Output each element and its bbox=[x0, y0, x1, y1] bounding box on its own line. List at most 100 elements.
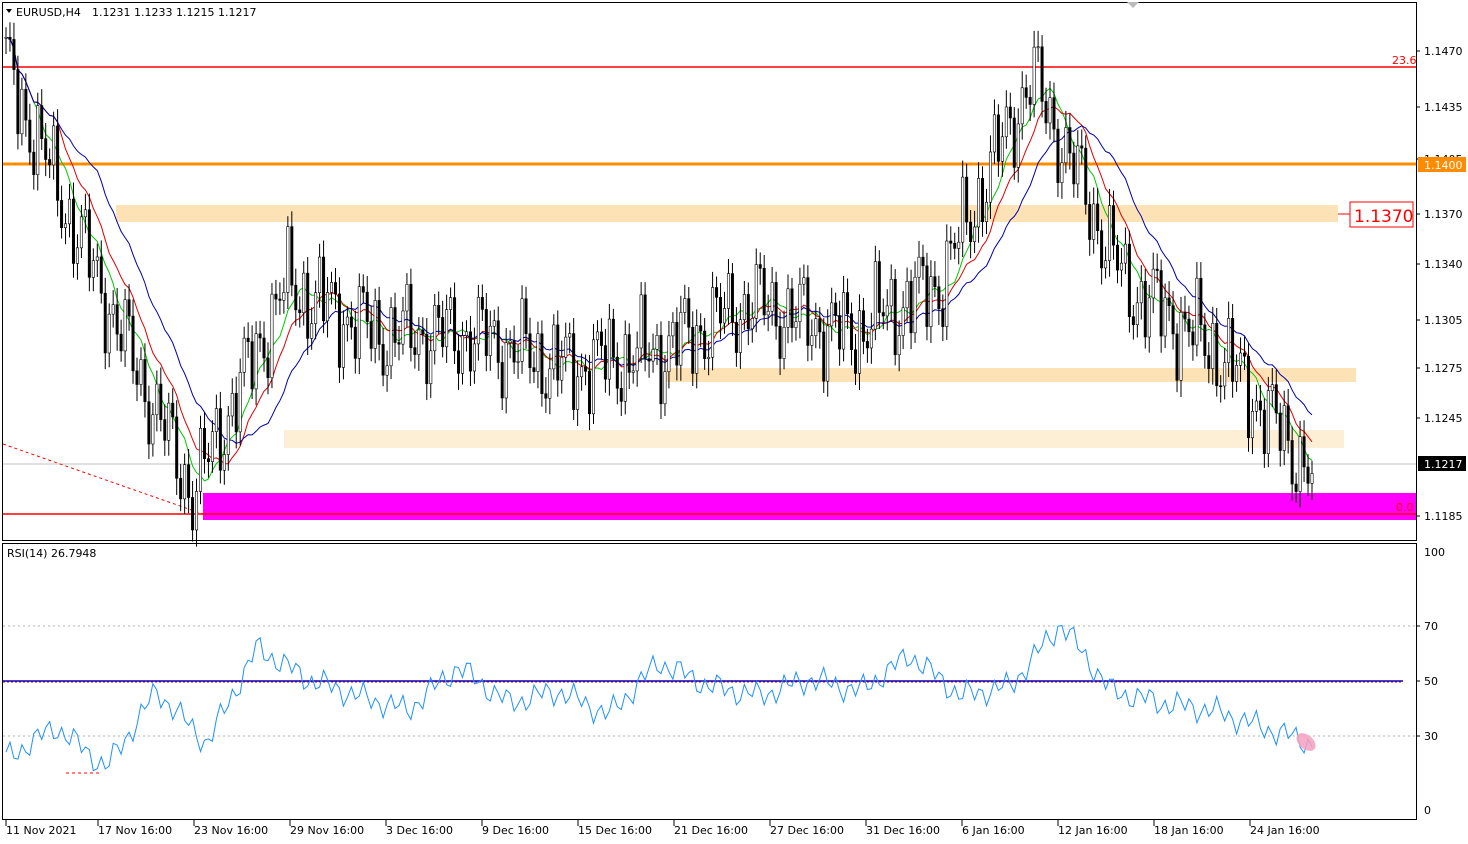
candle-body bbox=[1151, 268, 1155, 299]
price-tick: 1.1435 bbox=[1424, 101, 1463, 114]
candle-body bbox=[572, 333, 576, 410]
candle-body bbox=[619, 387, 623, 402]
candle bbox=[1246, 343, 1250, 452]
candle-body bbox=[167, 402, 171, 441]
candle-body bbox=[417, 329, 421, 355]
candle-body bbox=[1274, 384, 1278, 414]
candle-body bbox=[147, 401, 151, 445]
candle-body bbox=[202, 428, 206, 459]
candle-body bbox=[163, 419, 167, 441]
candle-body bbox=[44, 138, 48, 160]
candle-body bbox=[726, 273, 730, 309]
candle-body bbox=[464, 331, 468, 336]
candle-body bbox=[441, 317, 445, 348]
candle-body bbox=[472, 343, 476, 372]
candle-body bbox=[937, 286, 941, 310]
candle-body bbox=[306, 272, 310, 339]
time-tick: 27 Dec 16:00 bbox=[770, 824, 844, 837]
candle-body bbox=[230, 393, 234, 417]
candle-body bbox=[278, 298, 282, 301]
candle-body bbox=[655, 335, 659, 350]
time-tick: 3 Dec 16:00 bbox=[386, 824, 453, 837]
candle-body bbox=[639, 294, 643, 349]
candle-body bbox=[397, 342, 401, 345]
price-tick: 1.1340 bbox=[1424, 258, 1463, 271]
candle-body bbox=[1115, 244, 1119, 271]
candle-body bbox=[4, 37, 8, 39]
candle-body bbox=[254, 333, 258, 390]
time-tick: 6 Jan 16:00 bbox=[962, 824, 1025, 837]
candle-body bbox=[457, 350, 461, 374]
candle-body bbox=[595, 331, 599, 341]
candle-body bbox=[222, 454, 226, 471]
time-tick: 11 Nov 2021 bbox=[6, 824, 76, 837]
candle-body bbox=[1064, 127, 1068, 164]
candle-body bbox=[377, 300, 381, 345]
candle-body bbox=[711, 287, 715, 358]
candle-body bbox=[846, 292, 850, 315]
time-tick: 15 Dec 16:00 bbox=[578, 824, 652, 837]
candle-body bbox=[361, 286, 365, 293]
candle bbox=[520, 285, 524, 374]
candle-body bbox=[699, 325, 703, 332]
candle-body bbox=[1171, 305, 1175, 335]
candle-body bbox=[683, 298, 687, 313]
candle-body bbox=[433, 305, 437, 352]
current-price-badge-text: 1.1217 bbox=[1424, 458, 1463, 471]
candle-body bbox=[1139, 281, 1143, 304]
candle-body bbox=[1282, 405, 1286, 451]
candle-body bbox=[1243, 352, 1247, 357]
candle-body bbox=[996, 114, 1000, 162]
big-1370-label: 1.1370 bbox=[1354, 207, 1413, 227]
candle-body bbox=[1302, 436, 1306, 468]
candle-body bbox=[992, 114, 996, 153]
candle-body bbox=[941, 308, 945, 327]
candle-body bbox=[671, 321, 675, 337]
candle-body bbox=[135, 370, 139, 385]
candle-body bbox=[830, 302, 834, 327]
candle-body bbox=[345, 316, 349, 326]
candle-body bbox=[107, 313, 111, 354]
candle-body bbox=[270, 293, 274, 379]
candle-body bbox=[981, 178, 985, 222]
candle-body bbox=[242, 337, 246, 373]
candle-body bbox=[508, 340, 512, 343]
zone-1370 bbox=[116, 205, 1338, 222]
candle-body bbox=[1227, 317, 1231, 363]
candle-body bbox=[71, 198, 75, 264]
zone-1245 bbox=[284, 430, 1344, 448]
candle-body bbox=[929, 276, 933, 327]
candle-body bbox=[409, 284, 413, 348]
candle-body bbox=[20, 88, 24, 135]
candle-body bbox=[1084, 147, 1088, 205]
candle-body bbox=[234, 393, 238, 433]
price-tick: 1.1370 bbox=[1424, 208, 1463, 221]
candle-body bbox=[195, 491, 199, 531]
candle-body bbox=[1020, 87, 1024, 125]
candle-body bbox=[1298, 436, 1302, 492]
candle-body bbox=[179, 477, 183, 500]
candle-body bbox=[897, 335, 901, 356]
candle-body bbox=[210, 431, 214, 462]
candle bbox=[270, 283, 274, 389]
symbol-label: EURUSD,H4 bbox=[16, 6, 81, 19]
candle-body bbox=[151, 414, 155, 445]
candle-body bbox=[865, 341, 869, 349]
candle-body bbox=[1159, 270, 1163, 337]
candle-body bbox=[953, 242, 957, 249]
candle-body bbox=[1016, 123, 1020, 168]
candle-body bbox=[1290, 440, 1294, 485]
zone-magenta bbox=[203, 493, 1416, 520]
candle-body bbox=[1127, 243, 1131, 317]
candle-body bbox=[750, 318, 754, 330]
candle-body bbox=[1123, 243, 1127, 264]
candle-body bbox=[1246, 355, 1250, 439]
rsi-tick: 100 bbox=[1424, 546, 1445, 559]
candle-body bbox=[1235, 365, 1239, 382]
candle-body bbox=[746, 294, 750, 330]
candle-body bbox=[869, 328, 873, 349]
candle-body bbox=[627, 334, 631, 373]
candle-body bbox=[647, 358, 651, 362]
time-tick: 18 Jan 16:00 bbox=[1154, 824, 1224, 837]
candle-body bbox=[1112, 205, 1116, 246]
